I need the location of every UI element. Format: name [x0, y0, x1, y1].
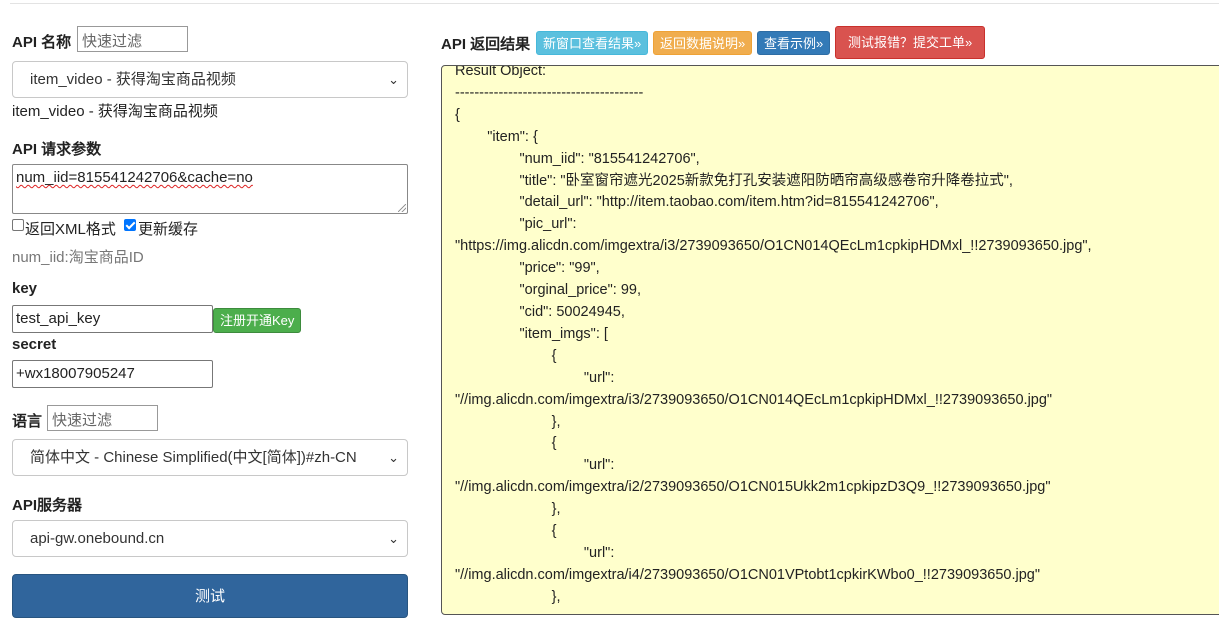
server-label: API服务器 — [12, 497, 83, 514]
params-textarea[interactable]: num_iid=815541242706&cache=no — [12, 164, 408, 214]
result-label: API 返回结果 — [441, 36, 531, 53]
api-filter-input[interactable]: 快速过滤 — [77, 26, 188, 52]
api-selected-text: item_video - 获得淘宝商品视频 — [12, 103, 218, 120]
top-divider — [10, 3, 1219, 4]
server-select-value: api-gw.onebound.cn — [30, 530, 165, 547]
key-input[interactable]: test_api_key — [12, 305, 213, 333]
params-label: API 请求参数 — [12, 141, 102, 158]
view-example-button[interactable]: 查看示例» — [757, 31, 831, 55]
language-select-value: 简体中文 - Chinese Simplified(中文[简体])#zh-CN — [30, 449, 357, 466]
language-select[interactable]: 简体中文 - Chinese Simplified(中文[简体])#zh-CN … — [12, 439, 408, 476]
xml-checkbox-label: 返回XML格式 — [25, 221, 116, 238]
api-select[interactable]: item_video - 获得淘宝商品视频 ⌄ — [12, 61, 408, 98]
xml-checkbox[interactable] — [12, 219, 24, 231]
resize-grip-icon[interactable] — [398, 204, 406, 212]
result-panel[interactable]: Result Object: -------------------------… — [441, 65, 1219, 615]
cache-checkbox[interactable] — [124, 219, 136, 231]
chevron-down-icon: ⌄ — [388, 531, 399, 546]
api-select-value: item_video - 获得淘宝商品视频 — [30, 71, 236, 88]
secret-label: secret — [12, 336, 57, 353]
param-hint: num_iid:淘宝商品ID — [12, 249, 144, 266]
result-text: Result Object: -------------------------… — [455, 65, 1092, 605]
secret-input[interactable]: +wx18007905247 — [12, 360, 213, 388]
test-button[interactable]: 测试 — [12, 574, 408, 618]
params-value: num_iid=815541242706&cache=no — [16, 169, 253, 186]
language-label: 语言 — [12, 413, 43, 430]
cache-checkbox-label: 更新缓存 — [138, 221, 199, 238]
chevron-down-icon: ⌄ — [388, 450, 399, 465]
data-description-button[interactable]: 返回数据说明» — [653, 31, 753, 55]
report-error-button[interactable]: 测试报错？提交工单» — [835, 26, 986, 59]
language-filter-input[interactable]: 快速过滤 — [47, 405, 158, 431]
server-select[interactable]: api-gw.onebound.cn ⌄ — [12, 520, 408, 557]
new-window-button[interactable]: 新窗口查看结果» — [536, 31, 649, 55]
register-key-button[interactable]: 注册开通Key — [213, 308, 302, 333]
chevron-down-icon: ⌄ — [388, 72, 399, 87]
key-label: key — [12, 280, 38, 297]
api-name-label: API 名称 — [12, 34, 72, 51]
